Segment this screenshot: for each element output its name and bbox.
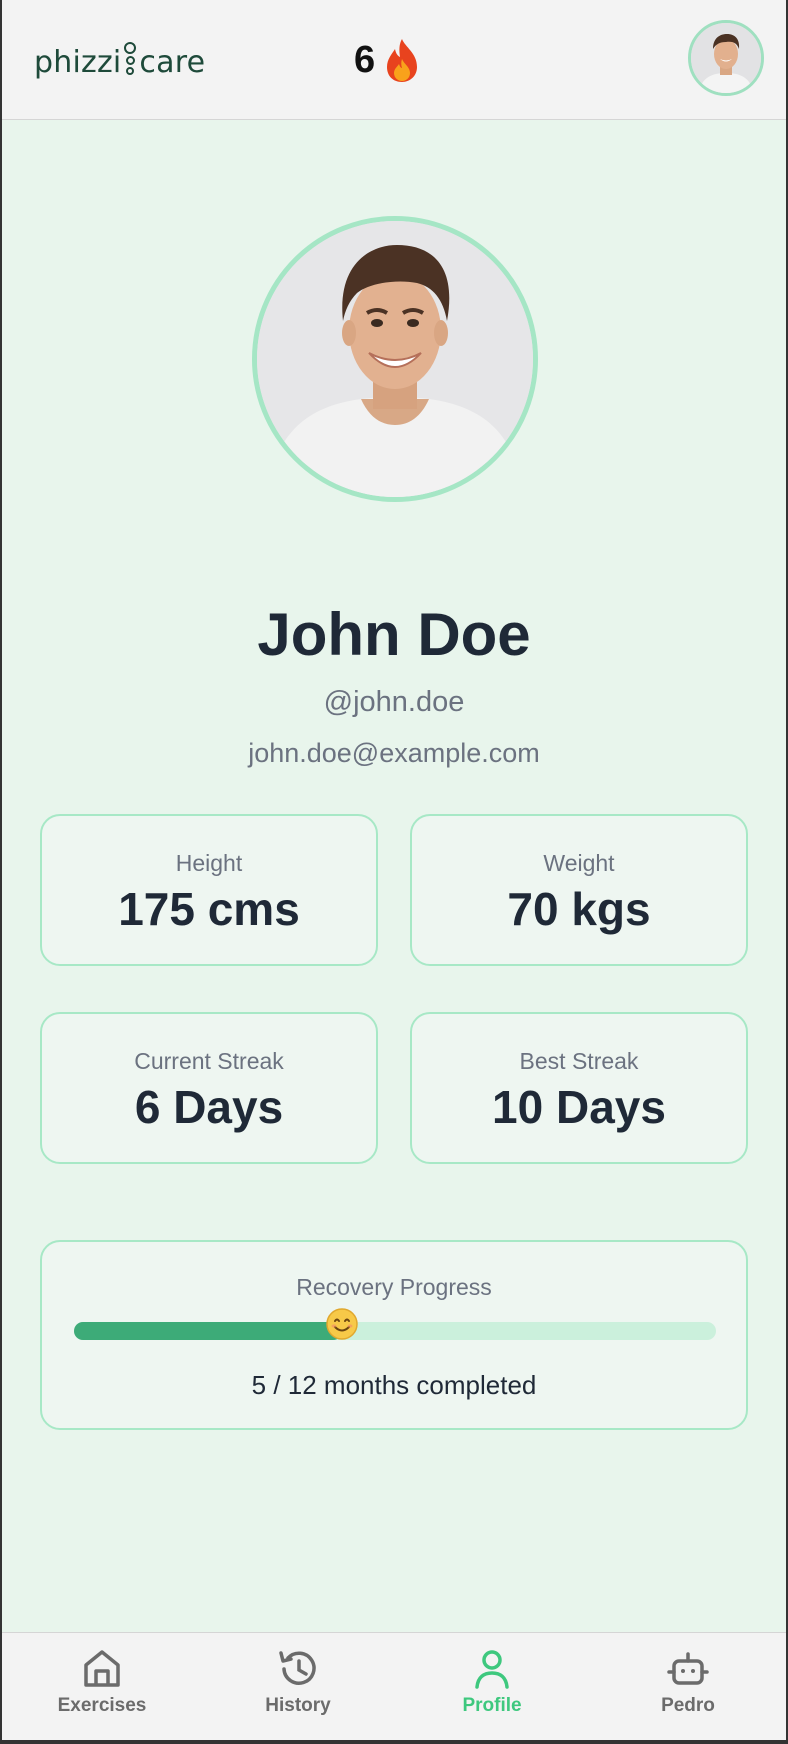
recovery-progress-bar bbox=[74, 1308, 716, 1340]
nav-label: Exercises bbox=[57, 1695, 147, 1716]
stat-card-current-streak: Current Streak 6 Days bbox=[40, 1012, 378, 1164]
app-screen: phizzi care 6 John Doe @john.doe john.do… bbox=[2, 0, 786, 1740]
nav-item-history[interactable]: History bbox=[228, 1647, 368, 1731]
stat-label: Best Streak bbox=[519, 1048, 639, 1074]
streak-count: 6 bbox=[354, 38, 376, 81]
logo-dots-icon bbox=[122, 40, 138, 80]
nav-item-profile[interactable]: Profile bbox=[422, 1647, 562, 1731]
history-icon bbox=[279, 1651, 316, 1685]
user-icon bbox=[475, 1650, 509, 1689]
recovery-progress-title: Recovery Progress bbox=[296, 1274, 492, 1300]
robot-icon bbox=[667, 1652, 709, 1685]
profile-email: john.doe@example.com bbox=[248, 738, 540, 768]
stat-card-best-streak: Best Streak 10 Days bbox=[410, 1012, 748, 1164]
stat-value: 70 kgs bbox=[507, 883, 651, 935]
profile-photo bbox=[252, 216, 538, 502]
streak-counter: 6 bbox=[354, 34, 421, 86]
smiley-face-icon bbox=[325, 1308, 358, 1340]
stat-label: Weight bbox=[543, 850, 615, 876]
header-avatar[interactable] bbox=[688, 20, 764, 96]
stat-value: 6 Days bbox=[134, 1081, 284, 1133]
recovery-progress-text: 5 / 12 months completed bbox=[251, 1370, 537, 1400]
nav-item-exercises[interactable]: Exercises bbox=[32, 1647, 172, 1731]
nav-item-pedro[interactable]: Pedro bbox=[618, 1647, 758, 1731]
avatar-photo bbox=[691, 23, 761, 93]
home-icon bbox=[84, 1650, 120, 1687]
top-header: phizzi care 6 bbox=[2, 0, 786, 120]
logo-text-left: phizzi bbox=[34, 45, 122, 80]
profile-handle: @john.doe bbox=[323, 686, 465, 718]
stat-label: Height bbox=[175, 850, 243, 876]
nav-label: History bbox=[265, 1695, 331, 1716]
stat-card-weight: Weight 70 kgs bbox=[410, 814, 748, 966]
stat-value: 175 cms bbox=[118, 883, 300, 935]
recovery-progress-fill bbox=[74, 1322, 342, 1340]
logo-text-right: care bbox=[139, 45, 206, 80]
stat-value: 10 Days bbox=[492, 1081, 666, 1133]
stat-card-height: Height 175 cms bbox=[40, 814, 378, 966]
nav-label: Pedro bbox=[661, 1695, 715, 1716]
profile-name: John Doe bbox=[257, 601, 531, 668]
profile-photo-image bbox=[257, 221, 533, 497]
fire-icon bbox=[387, 39, 418, 82]
stat-label: Current Streak bbox=[134, 1048, 284, 1074]
app-logo[interactable]: phizzi care bbox=[34, 36, 205, 80]
recovery-progress-card: Recovery Progress 5 / 12 months complete… bbox=[40, 1240, 748, 1430]
nav-label: Profile bbox=[462, 1695, 522, 1716]
bottom-navigation: Exercises History Profile Pedro bbox=[2, 1632, 786, 1740]
